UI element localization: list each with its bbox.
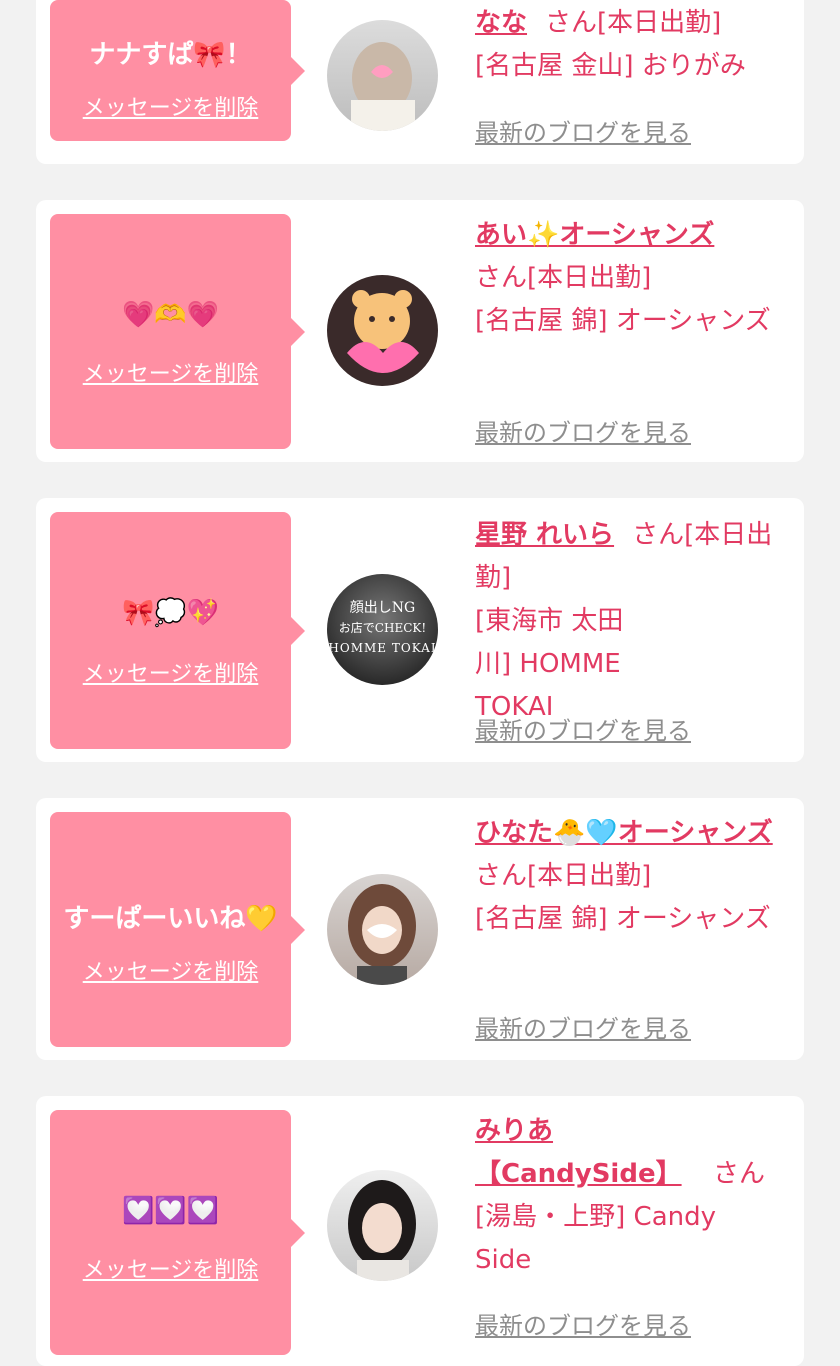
profile-info: あい✨オーシャンズ さん[本日出勤] [名古屋 錦] オーシャンズ [475,214,797,343]
latest-blog-link[interactable]: 最新のブログを見る [475,413,691,448]
avatar[interactable] [327,20,438,131]
avatar-caption: 顔出しNG お店でCHECK! HOMME TOKAI [328,600,437,655]
message-bubble: 💟💟💟 メッセージを削除 [50,1110,305,1355]
status-text: [本日出勤] [597,8,722,38]
san-label: さん [632,520,685,550]
latest-blog-link[interactable]: 最新のブログを見る [475,1306,691,1341]
girl-name-link[interactable]: なな [475,8,527,38]
profile-info: 星野 れいら さん[本日出勤] [東海市 太田川] HOMME TOKAI [475,514,797,729]
san-label: さん [475,263,528,293]
avatar[interactable]: 顔出しNG お店でCHECK! HOMME TOKAI [327,574,438,685]
shop-location: [名古屋 金山] おりがみ [475,51,746,81]
latest-blog-link[interactable]: 最新のブログを見る [475,113,691,148]
message-bubble: すーぱーいいね💛 メッセージを削除 [50,812,305,1047]
san-label: さん [545,8,598,38]
girl-name-link[interactable]: あい✨オーシャンズ [475,220,714,250]
bear-heart-icon [347,290,419,373]
delete-message-link[interactable]: メッセージを削除 [50,656,291,688]
status-text: [本日出勤] [527,861,652,891]
profile-info: ひなた🐣🩵オーシャンズさん[本日出勤] [名古屋 錦] オーシャンズ [475,812,797,941]
message-bubble: 💗🫶💗 メッセージを削除 [50,214,305,449]
shop-location: [名古屋 錦] オーシャンズ [475,306,771,336]
message-text: 🎀💭💖 [121,598,220,628]
message-text: 💗🫶💗 [121,300,220,330]
message-card: ナナすぱ🎀！ メッセージを削除 なな さん[本日出勤] [名古屋 金山] おりがみ… [36,0,804,164]
status-text: [本日出勤] [527,263,652,293]
girl-photo-icon [348,884,416,985]
avatar[interactable] [327,1170,438,1281]
girl-photo-icon [351,42,415,131]
delete-message-link[interactable]: メッセージを削除 [50,356,291,388]
avatar[interactable] [327,275,438,386]
delete-message-link[interactable]: メッセージを削除 [50,1252,291,1284]
avatar[interactable] [327,874,438,985]
san-label: さん [713,1159,766,1189]
message-text: 💟💟💟 [121,1196,220,1226]
message-text: ナナすぱ🎀！ [89,40,252,70]
shop-location: [湯島・上野] Candy Side [475,1202,717,1275]
message-bubble: 🎀💭💖 メッセージを削除 [50,512,305,749]
san-label: さん [475,861,528,891]
delete-message-link[interactable]: メッセージを削除 [50,954,291,986]
latest-blog-link[interactable]: 最新のブログを見る [475,711,691,746]
girl-name-link[interactable]: 星野 れいら [475,520,614,550]
message-card: 💟💟💟 メッセージを削除 みりあ【CandySide】 さん [湯島・上野] Ca… [36,1096,804,1366]
message-bubble: ナナすぱ🎀！ メッセージを削除 [50,0,305,141]
shop-location: [東海市 太田川] HOMME TOKAI [475,606,624,722]
latest-blog-link[interactable]: 最新のブログを見る [475,1009,691,1044]
profile-info: みりあ【CandySide】 さん [湯島・上野] Candy Side [475,1110,797,1282]
girl-photo-icon [348,1180,416,1281]
delete-message-link[interactable]: メッセージを削除 [50,90,291,122]
message-card: すーぱーいいね💛 メッセージを削除 ひなた🐣🩵オーシャンズさん[本日出勤] [名… [36,798,804,1060]
girl-name-link[interactable]: みりあ【CandySide】 [475,1110,695,1196]
message-card: 💗🫶💗 メッセージを削除 あい✨オーシャンズ さん[本日出勤] [名古屋 錦] … [36,200,804,462]
shop-location: [名古屋 錦] オーシャンズ [475,904,771,934]
girl-name-link[interactable]: ひなた🐣🩵オーシャンズ [475,818,773,848]
message-text: すーぱーいいね💛 [63,904,278,934]
profile-info: なな さん[本日出勤] [名古屋 金山] おりがみ [475,2,797,88]
message-card: 🎀💭💖 メッセージを削除 顔出しNG お店でCHECK! HOMME TOKAI… [36,498,804,762]
